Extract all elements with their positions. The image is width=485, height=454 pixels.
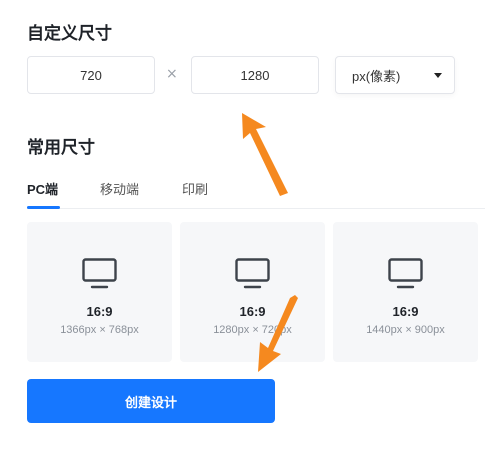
preset-dimensions: 1366px × 768px: [60, 324, 139, 336]
size-tabs: PC端 移动端 印刷: [27, 174, 485, 209]
monitor-icon: [388, 258, 423, 289]
tab-mobile[interactable]: 移动端: [100, 179, 139, 198]
unit-select[interactable]: px(像素): [335, 56, 455, 94]
caret-down-icon: [434, 72, 442, 78]
preset-dimensions: 1440px × 900px: [366, 324, 445, 336]
tab-mobile-label: 移动端: [100, 182, 140, 197]
tab-print-label: 印刷: [182, 182, 209, 197]
preset-ratio: 16:9: [239, 304, 266, 319]
common-size-title: 常用尺寸: [27, 138, 95, 158]
active-tab-indicator: [27, 206, 60, 209]
custom-size-title: 自定义尺寸: [27, 24, 112, 44]
width-input[interactable]: [27, 56, 155, 94]
preset-dimensions: 1280px × 720px: [213, 324, 292, 336]
tab-pc-label: PC端: [27, 182, 59, 197]
preset-card-1280x720[interactable]: 16:9 1280px × 720px: [180, 222, 325, 362]
preset-card-1440x900[interactable]: 16:9 1440px × 900px: [333, 222, 478, 362]
unit-select-label: px(像素): [352, 68, 401, 84]
tab-pc[interactable]: PC端: [27, 179, 58, 198]
preset-ratio: 16:9: [86, 304, 113, 319]
monitor-icon: [235, 258, 270, 289]
create-design-button[interactable]: 创建设计: [27, 379, 275, 423]
monitor-icon: [82, 258, 117, 289]
preset-card-1366x768[interactable]: 16:9 1366px × 768px: [27, 222, 172, 362]
times-sign: ×: [166, 66, 178, 82]
preset-ratio: 16:9: [392, 304, 419, 319]
height-input[interactable]: [191, 56, 319, 94]
tab-print[interactable]: 印刷: [182, 179, 208, 198]
